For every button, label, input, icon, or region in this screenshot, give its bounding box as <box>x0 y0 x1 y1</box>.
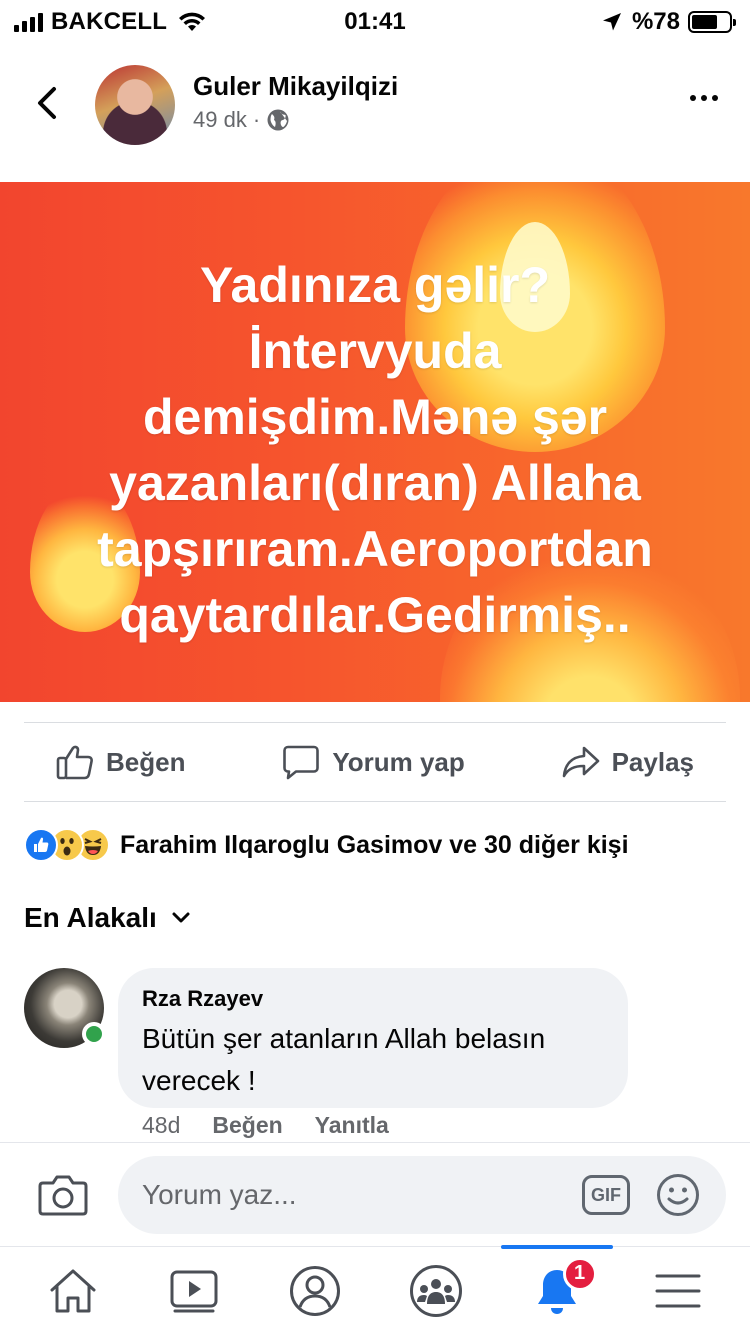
nav-groups[interactable] <box>386 1247 486 1334</box>
nav-profile[interactable] <box>265 1247 365 1334</box>
post-image[interactable]: Yadınıza gəlir? İntervyuda demişdim.Mənə… <box>0 182 750 702</box>
nav-watch[interactable] <box>144 1247 244 1334</box>
profile-icon <box>289 1265 340 1316</box>
author-avatar[interactable] <box>95 65 175 145</box>
like-label: Beğen <box>106 746 186 777</box>
online-status-indicator <box>82 1022 106 1046</box>
thumbs-up-icon <box>56 745 93 780</box>
comment-text: Bütün şer atanların Allah belasın verece… <box>142 1023 546 1096</box>
like-icon <box>24 828 58 862</box>
nav-notifications[interactable]: 1 <box>500 1244 613 1334</box>
author-name[interactable]: Guler Mikayilqizi <box>193 71 398 102</box>
comment-composer: GIF <box>0 1142 750 1246</box>
comment-sort-dropdown[interactable]: En Alakalı <box>24 902 191 934</box>
post-time[interactable]: 49 dk <box>193 107 247 133</box>
globe-icon <box>267 109 289 131</box>
nav-home[interactable] <box>23 1247 123 1334</box>
post-meta: 49 dk · <box>193 107 290 133</box>
share-button[interactable]: Paylaş <box>562 745 694 779</box>
comment-meta: 48d Beğen Yanıtla <box>142 1112 389 1139</box>
comment-like-button[interactable]: Beğen <box>212 1112 282 1139</box>
battery-icon <box>688 11 736 33</box>
share-arrow-icon <box>562 746 599 778</box>
sort-label: En Alakalı <box>24 902 157 933</box>
post-action-bar: Beğen Yorum yap Paylaş <box>24 722 726 802</box>
speech-bubble-icon <box>283 745 320 780</box>
comment-button[interactable]: Yorum yap <box>282 744 465 780</box>
chevron-down-icon <box>172 912 190 923</box>
post-image-text: Yadınıza gəlir? İntervyuda demişdim.Mənə… <box>97 257 653 643</box>
notification-badge: 1 <box>562 1256 597 1291</box>
bottom-navigation: 1 <box>0 1244 750 1334</box>
video-play-icon <box>170 1270 217 1312</box>
commenter-avatar[interactable] <box>24 968 106 1048</box>
comment-bubble[interactable]: Rza Rzayev Bütün şer atanların Allah bel… <box>118 968 628 1108</box>
comment-author[interactable]: Rza Rzayev <box>142 986 604 1012</box>
reactions-text: Farahim Ilqaroglu Gasimov ve 30 diğer ki… <box>120 830 629 859</box>
post-header: Guler Mikayilqizi 49 dk · <box>0 55 750 155</box>
like-button[interactable]: Beğen <box>56 744 185 780</box>
emoji-icon[interactable] <box>656 1173 700 1217</box>
reactions-summary[interactable]: Farahim Ilqaroglu Gasimov ve 30 diğer ki… <box>24 826 629 864</box>
camera-icon[interactable] <box>38 1173 88 1217</box>
hamburger-menu-icon <box>655 1274 700 1307</box>
back-arrow-icon[interactable] <box>28 83 68 123</box>
comment-time: 48d <box>142 1112 181 1138</box>
comment-input[interactable] <box>118 1156 726 1234</box>
comment-label: Yorum yap <box>332 746 465 777</box>
home-icon <box>50 1269 95 1312</box>
more-options-icon[interactable] <box>690 95 718 101</box>
gif-button[interactable]: GIF <box>582 1175 630 1215</box>
battery-percentage: %78 <box>631 8 680 35</box>
nav-menu[interactable] <box>628 1247 728 1334</box>
groups-icon <box>409 1264 462 1317</box>
status-bar: BAKCELL 01:41 %78 <box>0 0 750 40</box>
comment-reply-button[interactable]: Yanıtla <box>315 1112 389 1139</box>
share-label: Paylaş <box>611 746 694 777</box>
location-arrow-icon <box>602 13 621 31</box>
meta-separator: · <box>252 107 261 132</box>
